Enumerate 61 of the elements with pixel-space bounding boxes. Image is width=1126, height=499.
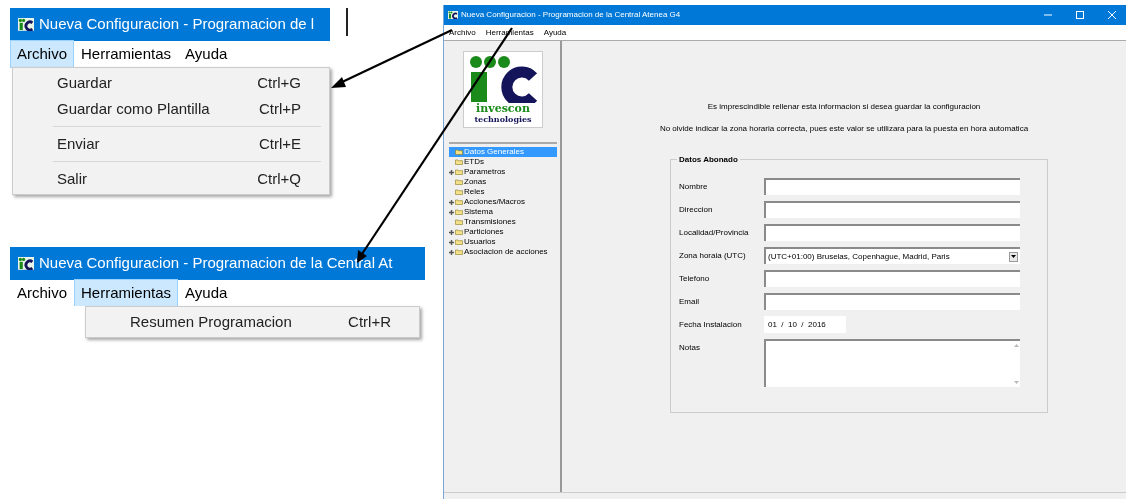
notes-field[interactable] xyxy=(764,339,1020,387)
menu-entry[interactable]: Salir Ctrl+Q xyxy=(13,166,329,192)
field-label: Fecha Instalacion xyxy=(678,319,743,331)
menu-item[interactable]: Ayuda xyxy=(538,25,572,40)
app-logo-icon xyxy=(448,11,458,19)
menu-item[interactable]: Archivo xyxy=(444,25,481,40)
menu-entry[interactable]: Guardar Ctrl+G xyxy=(13,70,329,96)
scroll-down-icon[interactable] xyxy=(1013,381,1019,384)
expand-icon[interactable] xyxy=(449,199,454,205)
expand-icon[interactable] xyxy=(449,249,454,255)
menu-entry[interactable]: Guardar como Plantilla Ctrl+P xyxy=(13,96,329,122)
notice-text: No olvide indicar la zona horaria correcta, pues este valor se utilizara para la puesta en hora automatica xyxy=(659,123,1029,135)
close-icon[interactable] xyxy=(1108,11,1116,19)
field-label: Email xyxy=(678,296,700,308)
dropdown-field[interactable]: (UTC+01:00) Bruselas, Copenhague, Madrid, Paris xyxy=(764,247,1020,264)
minimize-icon[interactable] xyxy=(1044,11,1052,19)
tree-item[interactable]: Parametros xyxy=(449,167,557,177)
input-field[interactable] xyxy=(764,270,1020,287)
field-label: Telefono xyxy=(678,273,711,285)
tree-item[interactable]: Particiones xyxy=(449,227,557,237)
input-field[interactable] xyxy=(764,224,1020,241)
field-label: Notas xyxy=(678,342,701,354)
logo-drawing xyxy=(467,55,539,103)
expand-icon[interactable] xyxy=(449,209,454,215)
input-field[interactable] xyxy=(764,178,1020,195)
tree-item[interactable]: Transmisiones xyxy=(449,217,557,227)
expand-icon[interactable] xyxy=(449,169,454,175)
field-label: Zona horaia (UTC) xyxy=(678,250,747,262)
tree-item[interactable]: Usuarios xyxy=(449,237,557,247)
menu-entry[interactable]: Enviar Ctrl+E xyxy=(13,131,329,157)
tree-item[interactable]: Reles xyxy=(449,187,557,197)
menu-item[interactable]: Herramientas xyxy=(74,39,179,69)
app-logo-icon xyxy=(18,257,34,270)
app-logo-icon xyxy=(18,18,34,31)
tree-item[interactable]: Sistema xyxy=(449,207,557,217)
menu-item[interactable]: Archivo xyxy=(10,278,75,308)
field-label: Localidad/Provincia xyxy=(678,227,750,239)
caret-icon xyxy=(1009,251,1018,262)
tree-item[interactable]: Zonas xyxy=(449,177,557,187)
window-title: Nueva Configuracion - Programacion de l xyxy=(39,14,315,35)
tree-item[interactable]: Acciones/Macros xyxy=(449,197,557,207)
input-field[interactable] xyxy=(764,293,1020,310)
notice-text: Es imprescindible rellenar esta informacion si desea guardar la configuracion xyxy=(707,101,981,113)
maximize-icon[interactable] xyxy=(1076,11,1084,19)
menu-item[interactable]: Ayuda xyxy=(178,278,235,308)
field-label: Nombre xyxy=(678,181,709,193)
expand-icon[interactable] xyxy=(449,229,454,235)
expand-icon[interactable] xyxy=(449,239,454,245)
logo-text: invescon xyxy=(476,103,530,114)
text-cursor xyxy=(346,8,348,36)
logo-text: technologies xyxy=(474,114,532,124)
window-title: Nueva Configuracion - Programacion de la Central Atenea G4 xyxy=(461,9,682,21)
window-title: Nueva Configuracion - Programacion de la Central At xyxy=(39,253,393,274)
tree-item[interactable]: ETDs xyxy=(449,157,557,167)
input-field[interactable] xyxy=(764,201,1020,218)
scroll-up-icon[interactable] xyxy=(1013,344,1019,347)
scrollbar[interactable] xyxy=(1012,341,1020,387)
field-label: Direccion xyxy=(678,204,714,216)
tree-item[interactable]: Asociacion de acciones xyxy=(449,247,557,257)
menu-item[interactable]: Ayuda xyxy=(178,39,235,69)
date-field[interactable]: 01 / 10 / 2016 xyxy=(764,316,846,333)
